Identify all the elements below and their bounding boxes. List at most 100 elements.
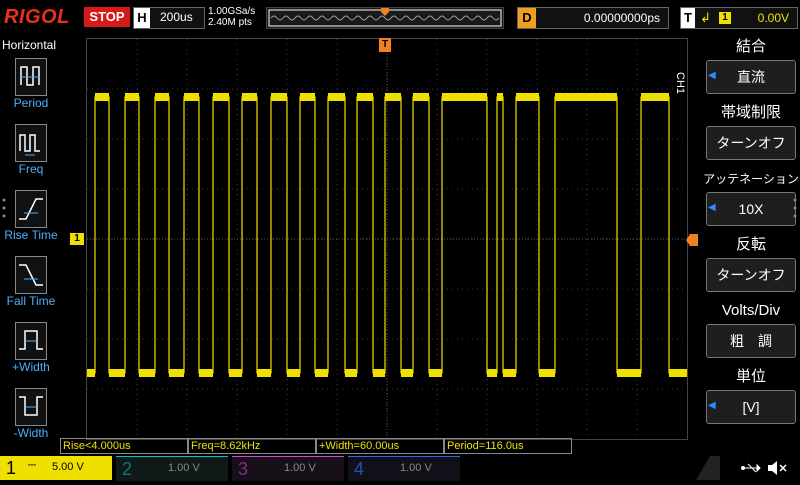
ch1-low-segment (345, 369, 357, 377)
coupling-menu-item[interactable]: 結合 直流 ◀ (702, 36, 800, 98)
ch1-low-segment (257, 369, 271, 377)
measure-rise-time-label: Rise Time (4, 228, 58, 242)
bandwidth-limit-title: 帯域制限 (720, 104, 781, 121)
ch1-low-segment (287, 369, 300, 377)
bar-decoration (696, 456, 720, 480)
attenuation-menu-item[interactable]: アッテネーション 10X ◀ (702, 168, 800, 230)
sound-off-icon (768, 461, 787, 475)
measure-positive-width-label: +Width (12, 360, 50, 374)
waveform-grid (87, 39, 687, 439)
ch1-high-segment (385, 93, 401, 101)
channel-3-scale: 1.00 V (284, 462, 316, 474)
ch1-high-segment (555, 93, 617, 101)
ch1-high-segment (641, 93, 669, 101)
channel-1-tab[interactable]: 1 ⎓ 5.00 V (0, 456, 112, 480)
trigger-display[interactable]: T ↲ 1 0.00V (680, 7, 798, 29)
ch1-low-segment (109, 369, 125, 377)
ch1-high-segment (300, 93, 315, 101)
waveform-display[interactable] (86, 38, 688, 440)
ch1-low-segment (429, 369, 442, 377)
channel-1-coupling-icon: ⎓ (28, 460, 36, 471)
measurement-freq: Freq=8.62kHz (188, 438, 316, 454)
ch1-high-segment (328, 93, 345, 101)
ch1-low-segment (229, 369, 242, 377)
ch1-high-segment (497, 93, 503, 101)
ch1-low-segment (87, 369, 95, 377)
measure-freq-button[interactable]: Freq (0, 122, 62, 184)
attenuation-value[interactable]: 10X (706, 192, 796, 226)
ch1-low-segment (539, 369, 555, 377)
ch1-high-segment (184, 93, 199, 101)
ch1-high-segment (516, 93, 539, 101)
ch1-low-segment (617, 369, 641, 377)
ch1-low-segment (199, 369, 213, 377)
measure-rise-time-button[interactable]: Rise Time (0, 188, 62, 250)
acquisition-info: 1.00GSa/s 2.40M pts (208, 6, 255, 28)
ch1-high-segment (213, 93, 229, 101)
unit-title: 単位 (735, 368, 766, 385)
ch1-low-segment (169, 369, 184, 377)
ch1-high-segment (242, 93, 257, 101)
trigger-position-arrow[interactable]: T (379, 38, 391, 52)
channel-1-number: 1 (6, 458, 17, 478)
trigger-level-marker[interactable] (686, 233, 698, 246)
invert-value[interactable]: ターンオフ (706, 258, 796, 292)
measure-period-button[interactable]: Period (0, 56, 62, 118)
ch1-high-segment (271, 93, 287, 101)
period-icon (15, 58, 47, 96)
ch1-high-segment (95, 93, 109, 101)
channel-3-tab[interactable]: 3 1.00 V (232, 456, 344, 481)
invert-menu-item[interactable]: 反転 ターンオフ (702, 234, 800, 296)
ch1-high-segment (357, 93, 373, 101)
timebase-value: 200us (160, 10, 193, 24)
measure-fall-time-button[interactable]: Fall Time (0, 254, 62, 316)
right-menu-scroll-dots (793, 198, 797, 222)
timebase-display[interactable]: H 200us (133, 7, 205, 29)
trigger-position-marker (381, 8, 389, 16)
trigger-key: T (681, 8, 695, 28)
trigger-edge-icon: ↲ (700, 10, 711, 25)
volts-div-menu-item[interactable]: Volts/Div 粗 調 (702, 300, 800, 362)
unit-menu-item[interactable]: 単位 [V] ◀ (702, 366, 800, 428)
ch1-high-segment (155, 93, 169, 101)
channel-2-scale: 1.00 V (168, 462, 200, 474)
measure-negative-width-label: -Width (13, 426, 49, 440)
memory-overview (266, 7, 504, 29)
freq-icon (15, 124, 47, 162)
bandwidth-limit-menu-item[interactable]: 帯域制限 ターンオフ (702, 102, 800, 164)
measurement-rise: Rise<4.000us (60, 438, 188, 454)
volts-div-title: Volts/Div (721, 302, 781, 319)
negative-width-icon (15, 388, 47, 426)
channel-2-number: 2 (122, 459, 133, 479)
coupling-value[interactable]: 直流 (706, 60, 796, 94)
ch1-low-segment (139, 369, 155, 377)
memory-overview-waveform (268, 8, 502, 27)
channel-4-tab[interactable]: 4 1.00 V (348, 456, 460, 481)
measure-menu: Horizontal Period Freq Rise Time Fall Ti… (0, 36, 62, 456)
coupling-title: 結合 (735, 38, 766, 55)
ch1-high-segment (442, 93, 487, 101)
ch1-low-segment (373, 369, 385, 377)
channel-4-scale: 1.00 V (400, 462, 432, 474)
unit-value[interactable]: [V] (706, 390, 796, 424)
measure-freq-label: Freq (18, 162, 44, 176)
positive-width-icon (15, 322, 47, 360)
ch1-low-segment (401, 369, 413, 377)
delay-display[interactable]: D 0.00000000ps (517, 7, 669, 29)
channel-2-tab[interactable]: 2 1.00 V (116, 456, 228, 481)
rise-time-icon (15, 190, 47, 228)
invert-title: 反転 (735, 236, 766, 253)
measure-positive-width-button[interactable]: +Width (0, 320, 62, 382)
run-stop-indicator[interactable]: STOP (84, 7, 130, 27)
channel-bar: 1 ⎓ 5.00 V 2 1.00 V 3 1.00 V 4 1.00 V (0, 456, 800, 481)
channel-menu: 結合 直流 ◀ 帯域制限 ターンオフ アッテネーション 10X ◀ 反転 ターン… (702, 36, 800, 456)
ch1-high-segment (125, 93, 139, 101)
status-icons (710, 460, 800, 476)
volts-div-value[interactable]: 粗 調 (706, 324, 796, 358)
measure-negative-width-button[interactable]: -Width (0, 386, 62, 448)
bandwidth-limit-value[interactable]: ターンオフ (706, 126, 796, 160)
sample-rate: 1.00GSa/s (208, 6, 256, 17)
ch1-ground-marker[interactable]: 1 (70, 233, 84, 245)
unit-arrow-icon: ◀ (708, 400, 716, 411)
ch1-low-segment (487, 369, 497, 377)
